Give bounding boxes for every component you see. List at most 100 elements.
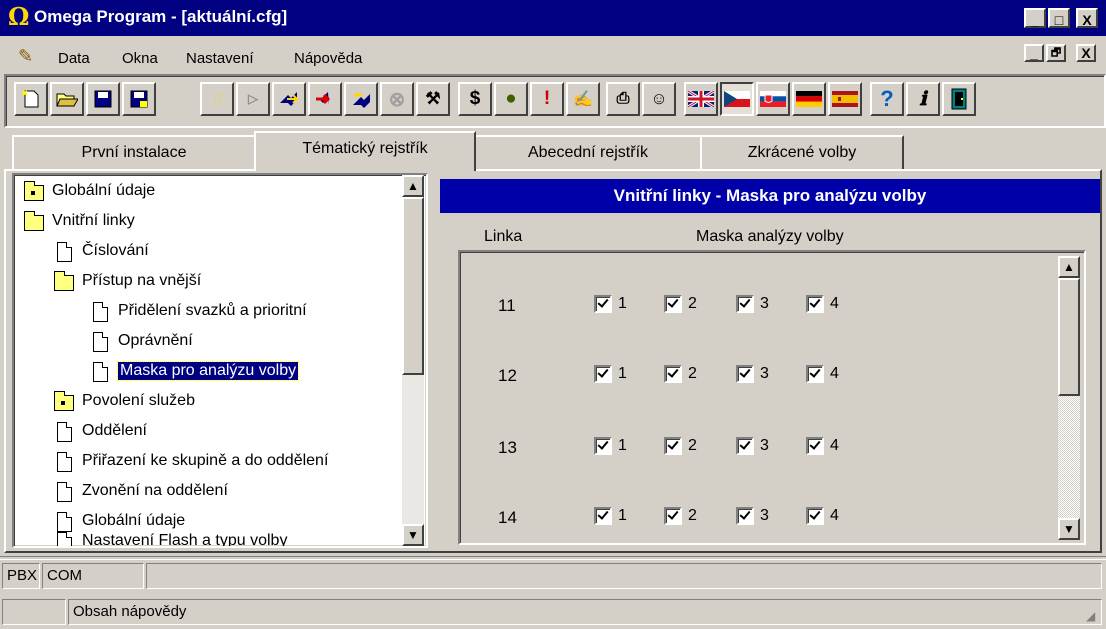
tree-scroll-down-button[interactable]: ▼ (402, 524, 424, 546)
resize-grip-icon[interactable]: ◢ (1086, 609, 1095, 623)
folder-open-icon (54, 271, 74, 291)
status-indicator (2, 599, 66, 625)
column-header-linka: Linka (484, 228, 523, 245)
alarm-icon[interactable]: ! (530, 82, 564, 116)
mask-checkbox[interactable]: 2 (664, 295, 697, 313)
tree-node-opravneni[interactable]: Oprávnění (90, 331, 193, 352)
send-icon[interactable] (272, 82, 306, 116)
mask-checkbox[interactable]: 1 (594, 437, 627, 455)
mask-checkbox[interactable]: 1 (594, 295, 627, 313)
page-icon (54, 531, 74, 546)
flag-sk-icon[interactable] (756, 82, 790, 116)
row-line-label: 12 (498, 366, 517, 385)
settings-icon[interactable]: ⚒ (416, 82, 450, 116)
menu-okna[interactable]: Okna (122, 50, 158, 67)
mask-checkbox[interactable]: 3 (736, 365, 769, 383)
mask-checkbox[interactable]: 3 (736, 437, 769, 455)
menu-bar: ✎ Data Okna Nastavení Nápověda _ 🗗 X (0, 36, 1106, 70)
tree-node-pristup-na-vnejsi[interactable]: Přístup na vnější (54, 271, 201, 291)
info-icon[interactable]: ℹ (906, 82, 940, 116)
checkbox-checked-icon (736, 507, 754, 525)
tree-node-cislovani[interactable]: Číslování (54, 241, 149, 262)
menu-nastaveni[interactable]: Nastavení (186, 50, 254, 67)
page-icon (90, 301, 110, 322)
mask-checkbox[interactable]: 4 (806, 437, 839, 455)
mdi-restore-button[interactable]: 🗗 (1046, 44, 1066, 62)
grid-scroll-up-button[interactable]: ▲ (1058, 256, 1080, 278)
page-icon (54, 421, 74, 442)
stop-icon[interactable]: ⊗ (380, 82, 414, 116)
connect-icon[interactable]: ♫ (200, 82, 234, 116)
checkbox-checked-icon (594, 295, 612, 313)
open-folder-icon[interactable] (50, 82, 84, 116)
title-bar[interactable]: Ω Omega Program - [aktuální.cfg] _ □ X (0, 0, 1106, 36)
grid-scroll-thumb[interactable] (1058, 278, 1080, 396)
tree-scroll-up-button[interactable]: ▲ (402, 175, 424, 197)
flag-cz-icon[interactable] (720, 82, 754, 116)
page-icon (90, 361, 110, 382)
user-icon[interactable]: ☺ (642, 82, 676, 116)
save-as-icon[interactable] (122, 82, 156, 116)
mask-checkbox[interactable]: 2 (664, 507, 697, 525)
print-icon[interactable]: ⎙ (606, 82, 640, 116)
play-icon[interactable]: ▷ (236, 82, 270, 116)
minimize-button[interactable]: _ (1024, 8, 1046, 28)
tree-node-maska-pro-analyzu-volby[interactable]: Maska pro analýzu volby (90, 361, 300, 382)
tree-node-globalni-udaje[interactable]: Globální údaje (24, 181, 155, 201)
transfer-icon[interactable] (344, 82, 378, 116)
save-icon[interactable] (86, 82, 120, 116)
column-header-maska: Maska analýzy volby (696, 228, 844, 245)
tree-node-vnitrni-linky[interactable]: Vnitřní linky (24, 211, 135, 231)
tree-node-zvoneni-na-oddeleni[interactable]: Zvonění na oddělení (54, 481, 228, 502)
status-help-text: Obsah nápovědy (68, 599, 1102, 625)
mask-checkbox[interactable]: 1 (594, 365, 627, 383)
tree-node-prirazeni-ke-skupine[interactable]: Přiřazení ke skupině a do oddělení (54, 451, 328, 472)
splitter[interactable] (430, 173, 436, 548)
cost-icon[interactable]: $ (458, 82, 492, 116)
receive-icon[interactable] (308, 82, 342, 116)
status-com: COM (42, 563, 144, 589)
tree-node-oddeleni[interactable]: Oddělení (54, 421, 147, 442)
grid-scroll-down-button[interactable]: ▼ (1058, 518, 1080, 540)
omega-icon: Ω (8, 2, 30, 31)
exit-icon[interactable] (942, 82, 976, 116)
status-pbx: PBX (2, 563, 40, 589)
tab-prvni-instalace[interactable]: První instalace (12, 135, 256, 171)
tree-node-globalni-udaje-2[interactable]: Globální údaje (54, 511, 185, 532)
new-file-icon[interactable] (14, 82, 48, 116)
tree-scroll-thumb[interactable] (402, 197, 424, 375)
mask-checkbox[interactable]: 2 (664, 437, 697, 455)
folder-open-icon (24, 211, 44, 231)
mask-checkbox[interactable]: 2 (664, 365, 697, 383)
plug-icon[interactable]: ● (494, 82, 528, 116)
checkbox-checked-icon (736, 295, 754, 313)
tree-node-povoleni-sluzeb[interactable]: Povolení služeb (54, 391, 195, 411)
flag-de-icon[interactable] (792, 82, 826, 116)
tab-zkracene-volby[interactable]: Zkrácené volby (700, 135, 904, 171)
mdi-close-button[interactable]: X (1076, 44, 1096, 62)
topic-tree[interactable]: Globální údaje Vnitřní linky Číslování P… (12, 173, 428, 548)
tab-tematicky-rejstrik[interactable]: Tématický rejstřík (254, 131, 476, 171)
menu-napoveda[interactable]: Nápověda (294, 50, 362, 67)
flag-uk-icon[interactable] (684, 82, 718, 116)
checkbox-checked-icon (664, 437, 682, 455)
checkbox-checked-icon (664, 507, 682, 525)
mask-checkbox[interactable]: 4 (806, 365, 839, 383)
close-button[interactable]: X (1076, 8, 1098, 28)
app-menu-icon[interactable]: ✎ (18, 46, 33, 67)
help-icon[interactable]: ? (870, 82, 904, 116)
maximize-button[interactable]: □ (1048, 8, 1070, 28)
mdi-minimize-button[interactable]: _ (1024, 44, 1044, 62)
edit-icon[interactable]: ✍ (566, 82, 600, 116)
mask-checkbox[interactable]: 4 (806, 295, 839, 313)
tab-abecedni-rejstrik[interactable]: Abecední rejstřík (474, 135, 702, 171)
mask-checkbox[interactable]: 3 (736, 507, 769, 525)
tree-node-prideleni-svazku[interactable]: Přidělení svazků a prioritní (90, 301, 307, 322)
mask-checkbox[interactable]: 3 (736, 295, 769, 313)
status-extra (146, 563, 1102, 589)
mask-checkbox[interactable]: 1 (594, 507, 627, 525)
mask-checkbox[interactable]: 4 (806, 507, 839, 525)
tree-node-nastaveni-flash[interactable]: Nastavení Flash a typu volby (54, 531, 287, 546)
flag-es-icon[interactable] (828, 82, 862, 116)
menu-data[interactable]: Data (58, 50, 90, 67)
